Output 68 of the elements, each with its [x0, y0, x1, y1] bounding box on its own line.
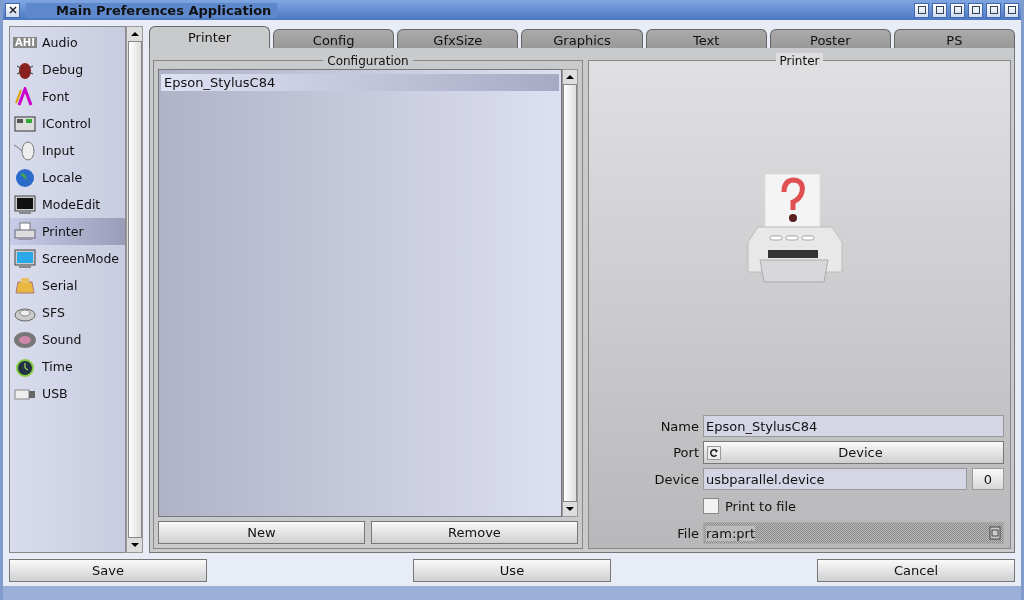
mouse-icon: [13, 140, 37, 161]
square-icon: [952, 5, 963, 15]
connector-icon: [13, 275, 37, 296]
action-button[interactable]: Use: [413, 559, 611, 582]
screen-icon: [13, 248, 37, 269]
square-icon: [988, 5, 999, 15]
sidebar-item[interactable]: Time: [10, 353, 125, 380]
scrollbar[interactable]: [562, 69, 578, 517]
cycle-icon: [707, 445, 721, 460]
panel-icon: [13, 113, 37, 134]
window-gadget-button[interactable]: [932, 2, 947, 18]
window-gadget-button[interactable]: [914, 2, 929, 18]
tab[interactable]: GfxSize: [397, 29, 519, 48]
scroll-down-icon[interactable]: [564, 504, 576, 514]
sidebar-item[interactable]: ScreenMode: [10, 245, 125, 272]
square-icon: [970, 5, 981, 15]
sidebar-item[interactable]: IControl: [10, 110, 125, 137]
scrollbar[interactable]: [126, 26, 143, 553]
sidebar-item[interactable]: Printer: [10, 218, 125, 245]
field-label: Device: [653, 471, 699, 487]
audio-logo-icon: AHI: [13, 37, 37, 48]
sidebar-item[interactable]: Input: [10, 137, 125, 164]
list-button[interactable]: Remove: [371, 521, 578, 544]
sidebar-item[interactable]: Sound: [10, 326, 125, 353]
window-gadget-button[interactable]: [950, 2, 965, 18]
device-field[interactable]: usbparallel.device: [703, 468, 967, 490]
square-icon: [916, 5, 927, 15]
tab[interactable]: Config: [273, 29, 395, 48]
sidebar-item[interactable]: Font: [10, 83, 125, 110]
tab[interactable]: Graphics: [521, 29, 643, 48]
field-label: Port: [672, 445, 699, 460]
tab[interactable]: PS: [893, 29, 1015, 48]
tab[interactable]: Printer: [149, 26, 271, 48]
port-cycle-button[interactable]: Device: [703, 441, 1004, 464]
window-title: Main Preferences Application: [26, 2, 278, 18]
globe-icon: [13, 167, 37, 188]
checkbox[interactable]: [703, 498, 719, 514]
scroll-up-icon[interactable]: [564, 72, 576, 82]
action-button[interactable]: Save: [9, 559, 207, 582]
close-icon: [7, 5, 18, 15]
list-button[interactable]: New: [158, 521, 365, 544]
speaker-icon: [13, 329, 37, 350]
window-gadget-button[interactable]: [986, 2, 1001, 18]
close-button[interactable]: [5, 2, 20, 18]
clock-icon: [13, 356, 37, 377]
tab[interactable]: Text: [645, 29, 767, 48]
square-icon: [934, 5, 945, 15]
printer-icon: [13, 221, 37, 242]
sidebar-item[interactable]: Locale: [10, 164, 125, 191]
sidebar-item[interactable]: ModeEdit: [10, 191, 125, 218]
checkbox-label: Print to file: [725, 498, 797, 514]
window-gadget-button[interactable]: [1004, 2, 1019, 18]
sidebar-item[interactable]: USB: [10, 380, 125, 407]
field-label: Name: [659, 418, 699, 434]
tab[interactable]: Poster: [769, 29, 891, 48]
unit-field[interactable]: 0: [972, 468, 1004, 490]
field-label: File: [676, 525, 699, 541]
window-gadget-button[interactable]: [968, 2, 983, 18]
sidebar-item[interactable]: Serial: [10, 272, 125, 299]
sidebar-item[interactable]: Debug: [10, 56, 125, 83]
name-field[interactable]: Epson_StylusC84: [703, 415, 1004, 437]
sidebar-item[interactable]: SFS: [10, 299, 125, 326]
group-title: Configuration: [323, 53, 413, 69]
list-item[interactable]: Epson_StylusC84: [161, 74, 559, 91]
monitor-icon: [13, 194, 37, 215]
action-button[interactable]: Cancel: [817, 559, 1015, 582]
sidebar-item[interactable]: AHI Audio: [10, 29, 125, 56]
square-icon: [1006, 5, 1017, 15]
